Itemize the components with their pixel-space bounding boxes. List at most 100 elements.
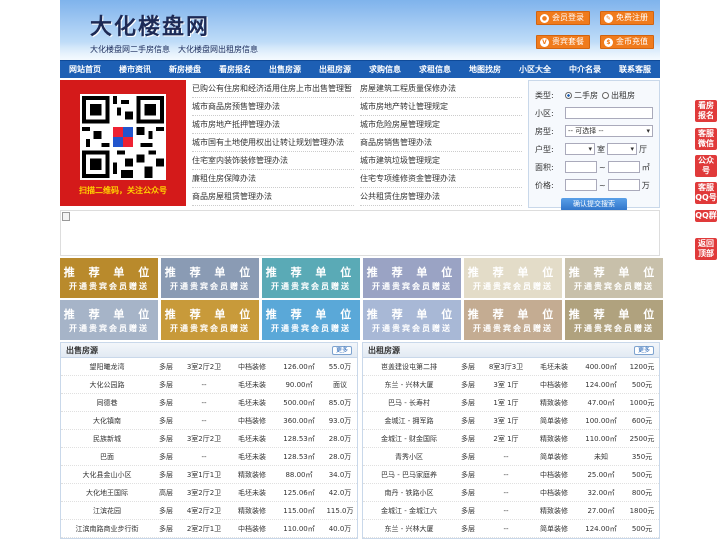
policy-link[interactable]: 城市危险房屋管理规定 [360,116,522,134]
policy-link[interactable]: 廉租住房保障办法 [192,170,354,188]
table-row[interactable]: 望阳曦龙湾 多层 3室2厅2卫 中档装修 126.00㎡ 55.0万 [61,358,357,376]
recommended-unit-tile[interactable]: 推 荐 单 位开通贵宾会员赠送 [363,258,461,298]
table-row[interactable]: 江滨南路商业步行街 多层 2室2厅1卫 中档装修 110.00㎡ 40.0万 [61,520,357,538]
recommended-unit-tile[interactable]: 推 荐 单 位开通贵宾会员赠送 [161,258,259,298]
hall-select[interactable] [607,143,637,155]
recommended-unit-tile[interactable]: 推 荐 单 位开通贵宾会员赠送 [464,258,562,298]
recommended-unit-tile[interactable]: 推 荐 单 位开通贵宾会员赠送 [161,300,259,340]
policy-link[interactable]: 房屋建筑工程质量保修办法 [360,80,522,98]
listing-name[interactable]: 大化县金山小区 [61,466,153,483]
area-min-input[interactable] [565,161,597,173]
table-row[interactable]: 巴面 多层 -- 毛坯未装 128.53㎡ 28.0万 [61,448,357,466]
recommended-unit-tile[interactable]: 推 荐 单 位开通贵宾会员赠送 [565,258,663,298]
nav-wanted-rent[interactable]: 求租信息 [410,61,460,78]
nav-agencies[interactable]: 中介名录 [560,61,610,78]
table-row[interactable]: 金城江 - 金城江六 多层 -- 精致装修 27.00㎡ 1800元 [363,502,659,520]
policy-link[interactable]: 城市商品房预售管理办法 [192,98,354,116]
table-row[interactable]: 同德巷 多层 -- 毛坯未装 500.00㎡ 85.0万 [61,394,357,412]
nav-communities[interactable]: 小区大全 [510,61,560,78]
table-row[interactable]: 东兰 - 兴林大厦 多层 3室 1厅 中档装修 124.00㎡ 500元 [363,376,659,394]
listing-name[interactable]: 巴马 - 长寿村 [363,394,455,411]
area-max-input[interactable] [607,161,640,173]
policy-link[interactable]: 住宅专项维修资金管理办法 [360,170,522,188]
table-row[interactable]: 南丹 - 铁路小区 多层 -- 中档装修 32.00㎡ 800元 [363,484,659,502]
recommended-unit-tile[interactable]: 推 荐 单 位开通贵宾会员赠送 [464,300,562,340]
nav-for-sale[interactable]: 出售房源 [260,61,310,78]
policy-link[interactable]: 已购公有住房和经济适用住房上市出售管理暂 [192,80,354,98]
table-row[interactable]: 金城江 - 拥军路 多层 3室 1厅 简单装修 100.00㎡ 600元 [363,412,659,430]
listing-name[interactable]: 大化地王国际 [61,484,153,501]
recommended-unit-tile[interactable]: 推 荐 单 位开通贵宾会员赠送 [262,258,360,298]
policy-link[interactable]: 商品房销售管理办法 [360,134,522,152]
table-row[interactable]: 大化镇南 多层 -- 中档装修 360.00㎡ 93.0万 [61,412,357,430]
nav-viewing-signup[interactable]: 看房报名 [210,61,260,78]
table-row[interactable]: 民族新城 多层 3室2厅2卫 毛坯未装 128.53㎡ 28.0万 [61,430,357,448]
float-qq-service[interactable]: 客服QQ号 [695,182,717,204]
listing-name[interactable]: 江滨花园 [61,502,153,519]
banner-ad[interactable] [60,210,660,256]
table-row[interactable]: 大化公园路 多层 -- 毛坯未装 90.00㎡ 面议 [61,376,357,394]
recommended-unit-tile[interactable]: 推 荐 单 位开通贵宾会员赠送 [262,300,360,340]
rent-more-button[interactable]: 更多 [633,346,654,355]
float-official-account[interactable]: 公众号 [695,155,717,177]
sale-radio[interactable] [565,91,572,99]
table-row[interactable]: 江滨花园 多层 4室2厅2卫 精致装修 115.00㎡ 115.0万 [61,502,357,520]
listing-name[interactable]: 巴马 - 巴马家庭养 [363,466,455,483]
policy-link[interactable]: 城市建筑垃圾管理规定 [360,152,522,170]
nav-home[interactable]: 网站首页 [60,61,110,78]
login-button[interactable]: ● 会员登录 [536,11,590,25]
listing-name[interactable]: 民族新城 [61,430,153,447]
listing-name[interactable]: 江滨南路商业步行街 [61,520,153,537]
listing-name[interactable]: 岜盖建设屯第二排 [363,358,455,375]
listing-name[interactable]: 巴面 [61,448,153,465]
listing-name[interactable]: 青秀小区 [363,448,455,465]
recommended-unit-tile[interactable]: 推 荐 单 位开通贵宾会员赠送 [60,300,158,340]
listing-name[interactable]: 大化公园路 [61,376,153,393]
float-wechat-service[interactable]: 客服微信 [695,128,717,150]
sale-more-button[interactable]: 更多 [331,346,352,355]
listing-name[interactable]: 东兰 - 兴林大厦 [363,376,455,393]
policy-link[interactable]: 城市国有土地使用权出让转让规划管理办法 [192,134,354,152]
listing-name[interactable]: 望阳曦龙湾 [61,358,153,375]
policy-link[interactable]: 公共租赁住房管理办法 [360,188,522,206]
rent-radio[interactable] [602,91,609,99]
listing-name[interactable]: 金城江 - 金城江六 [363,502,455,519]
vip-package-button[interactable]: V 贵宾套餐 [536,35,590,49]
table-row[interactable]: 东兰 - 兴林大厦 多层 -- 简单装修 124.00㎡ 500元 [363,520,659,538]
table-row[interactable]: 大化县金山小区 多层 3室1厅1卫 精致装修 88.00㎡ 34.0万 [61,466,357,484]
table-row[interactable]: 巴马 - 巴马家庭养 多层 -- 中档装修 25.00㎡ 500元 [363,466,659,484]
nav-contact[interactable]: 联系客服 [610,61,660,78]
price-max-input[interactable] [607,179,640,191]
listing-name[interactable]: 金城江 - 财金国际 [363,430,455,447]
policy-link[interactable]: 商品房屋租赁管理办法 [192,188,354,206]
policy-link[interactable]: 城市房地产抵押管理办法 [192,116,354,134]
policy-link[interactable]: 城市房地产转让管理规定 [360,98,522,116]
recommended-unit-tile[interactable]: 推 荐 单 位开通贵宾会员赠送 [363,300,461,340]
nav-news[interactable]: 楼市资讯 [110,61,160,78]
listing-name[interactable]: 南丹 - 铁路小区 [363,484,455,501]
coin-recharge-button[interactable]: $ 金币充值 [600,35,654,49]
policy-link[interactable]: 住宅室内装饰装修管理办法 [192,152,354,170]
price-min-input[interactable] [565,179,597,191]
listing-name[interactable]: 金城江 - 拥军路 [363,412,455,429]
listing-name[interactable]: 大化镇南 [61,412,153,429]
nav-map-search[interactable]: 地图找房 [460,61,510,78]
community-input[interactable] [565,107,653,119]
site-title[interactable]: 大化楼盘网 [90,9,210,41]
table-row[interactable]: 青秀小区 多层 -- 简单装修 未知 350元 [363,448,659,466]
nav-wanted-buy[interactable]: 求购信息 [360,61,410,78]
table-row[interactable]: 大化地王国际 高层 3室2厅2卫 毛坯未装 125.06㎡ 42.0万 [61,484,357,502]
recommended-unit-tile[interactable]: 推 荐 单 位开通贵宾会员赠送 [565,300,663,340]
nav-new-homes[interactable]: 新房楼盘 [160,61,210,78]
listing-name[interactable]: 东兰 - 兴林大厦 [363,520,455,537]
nav-for-rent[interactable]: 出租房源 [310,61,360,78]
room-select[interactable] [565,143,595,155]
register-button[interactable]: ✎ 免费注册 [600,11,654,25]
table-row[interactable]: 岜盖建设屯第二排 多层 8室3厅3卫 毛坯未装 400.00㎡ 1200元 [363,358,659,376]
recommended-unit-tile[interactable]: 推 荐 单 位开通贵宾会员赠送 [60,258,158,298]
listing-name[interactable]: 同德巷 [61,394,153,411]
float-qq-group[interactable]: QQ群 [695,210,717,222]
float-back-to-top[interactable]: 返回顶部 [695,238,717,260]
table-row[interactable]: 金城江 - 财金国际 多层 2室 1厅 精致装修 110.00㎡ 2500元 [363,430,659,448]
float-viewing-signup[interactable]: 看房报名 [695,100,717,122]
